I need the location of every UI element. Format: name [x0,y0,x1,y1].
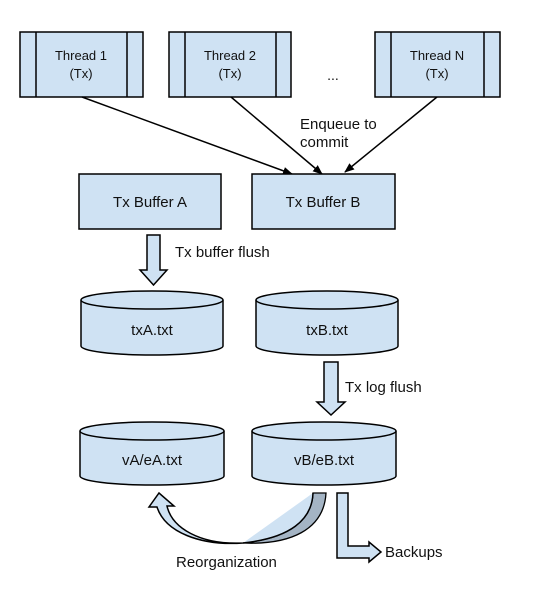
backups-arrow [336,492,383,564]
enqueue-label-line1: Enqueue to [300,116,377,133]
tx-buffer-a: Tx Buffer A [78,173,222,230]
thread-n-box: Thread N (Tx) [374,31,501,98]
txa-cylinder: txA.txt [80,290,224,356]
tx-buffer-a-label: Tx Buffer A [113,194,187,211]
vb-eb-label: vB/eB.txt [294,452,355,469]
log-flush-arrow [315,361,347,417]
thread-2-box: Thread 2 (Tx) [168,31,292,98]
thread-n-label: Thread N [410,48,464,63]
thread-n-arrow [344,96,438,173]
buffer-flush-label: Tx buffer flush [175,244,270,261]
thread-1-box: Thread 1 (Tx) [19,31,144,98]
thread-1-label: Thread 1 [55,48,107,63]
thread-2-label: Thread 2 [204,48,256,63]
txb-cylinder: txB.txt [255,290,399,356]
tx-buffer-b-label: Tx Buffer B [286,194,361,211]
enqueue-label-line2: commit [300,134,349,151]
txa-label: txA.txt [131,322,174,339]
ellipsis: ... [327,67,339,83]
va-ea-label: vA/eA.txt [122,452,183,469]
thread-1-sub: (Tx) [69,66,92,81]
thread-2-sub: (Tx) [218,66,241,81]
txb-label: txB.txt [306,322,349,339]
va-ea-cylinder: vA/eA.txt [79,421,225,486]
vb-eb-cylinder: vB/eB.txt [251,421,397,486]
reorganization-arrow [147,491,327,545]
log-flush-label: Tx log flush [345,379,422,396]
thread-n-sub: (Tx) [425,66,448,81]
diagram: Thread 1 (Tx) Thread 2 (Tx) ... Thread N… [19,31,501,571]
buffer-flush-arrow [138,234,169,287]
thread-1-arrow [81,96,293,175]
backups-label: Backups [385,544,443,561]
tx-buffer-b: Tx Buffer B [251,173,396,230]
reorganization-label: Reorganization [176,554,277,571]
